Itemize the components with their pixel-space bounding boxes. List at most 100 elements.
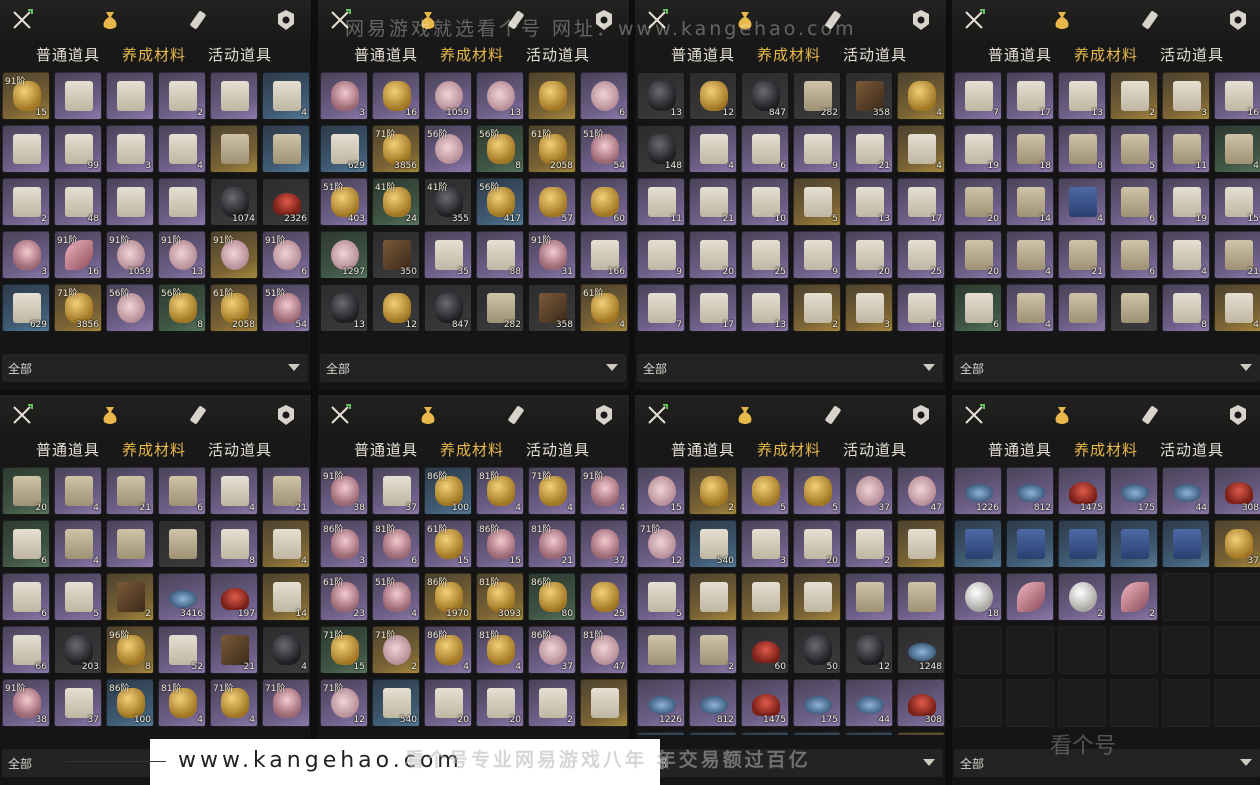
tab-2[interactable]: 活动道具 — [208, 435, 272, 465]
item-slot[interactable]: 5 — [1110, 125, 1158, 173]
scroll-icon[interactable] — [819, 401, 847, 429]
item-slot[interactable]: 25 — [741, 231, 789, 279]
item-slot[interactable]: 8 — [210, 520, 258, 568]
tab-1[interactable]: 养成材料 — [440, 40, 504, 70]
item-slot[interactable]: 47 — [897, 467, 945, 515]
item-slot[interactable]: 86阶 4 — [424, 626, 472, 674]
item-slot[interactable]: 2326 — [262, 178, 310, 226]
item-slot[interactable]: 4 — [1058, 178, 1106, 226]
tab-0[interactable]: 普通道具 — [354, 40, 418, 70]
item-slot[interactable] — [897, 520, 945, 568]
item-slot[interactable]: 148 — [637, 125, 685, 173]
item-slot[interactable]: 350 — [372, 231, 420, 279]
item-slot[interactable]: 99 — [54, 125, 102, 173]
item-slot[interactable] — [54, 72, 102, 120]
item-slot[interactable]: 91阶 4 — [580, 467, 628, 515]
tab-0[interactable]: 普通道具 — [988, 40, 1052, 70]
item-slot[interactable]: 4 — [158, 125, 206, 173]
item-slot[interactable]: 51阶 54 — [580, 125, 628, 173]
tab-2[interactable]: 活动道具 — [843, 40, 907, 70]
pouch-icon[interactable] — [96, 401, 124, 429]
tab-2[interactable]: 活动道具 — [843, 435, 907, 465]
item-slot[interactable]: 358 — [845, 72, 893, 120]
pouch-icon[interactable] — [414, 6, 442, 34]
item-slot[interactable]: 60 — [580, 178, 628, 226]
item-slot[interactable] — [954, 626, 1002, 674]
item-slot[interactable]: 13 — [1058, 72, 1106, 120]
pouch-icon[interactable] — [414, 401, 442, 429]
item-slot[interactable] — [897, 573, 945, 621]
item-slot[interactable]: 71阶 15 — [320, 626, 368, 674]
item-slot[interactable]: 71阶 4 — [528, 467, 576, 515]
item-slot[interactable]: 1297 — [320, 231, 368, 279]
scroll-icon[interactable] — [1136, 6, 1164, 34]
item-slot[interactable] — [1058, 284, 1106, 332]
item-slot[interactable]: 91阶 1059 — [106, 231, 154, 279]
item-slot[interactable] — [1162, 520, 1210, 568]
item-slot[interactable]: 15 — [637, 467, 685, 515]
tab-0[interactable]: 普通道具 — [36, 435, 100, 465]
item-slot[interactable]: 18 — [1006, 125, 1054, 173]
item-slot[interactable]: 3 — [741, 520, 789, 568]
item-slot[interactable] — [637, 626, 685, 674]
item-slot[interactable]: 56阶 8 — [158, 284, 206, 332]
item-slot[interactable]: 4 — [1214, 125, 1260, 173]
item-slot[interactable]: 1226 — [637, 679, 685, 727]
item-slot[interactable]: 20 — [689, 231, 737, 279]
tab-0[interactable]: 普通道具 — [671, 40, 735, 70]
tab-2[interactable]: 活动道具 — [208, 40, 272, 70]
item-slot[interactable]: 51阶 54 — [262, 284, 310, 332]
spear-icon[interactable] — [643, 401, 671, 429]
item-slot[interactable] — [1214, 573, 1260, 621]
item-slot[interactable]: 61阶 23 — [320, 573, 368, 621]
item-slot[interactable]: 12 — [845, 626, 893, 674]
item-slot[interactable]: 91阶 6 — [262, 231, 310, 279]
item-slot[interactable]: 847 — [424, 284, 472, 332]
item-slot[interactable]: 37 — [845, 467, 893, 515]
item-slot[interactable]: 847 — [741, 72, 789, 120]
item-slot[interactable]: 37 — [54, 679, 102, 727]
spear-icon[interactable] — [643, 6, 671, 34]
item-slot[interactable]: 13 — [637, 72, 685, 120]
filter-dropdown[interactable]: 全部 — [2, 354, 308, 382]
scroll-icon[interactable] — [1136, 401, 1164, 429]
item-slot[interactable]: 3416 — [158, 573, 206, 621]
badge-icon[interactable] — [590, 401, 618, 429]
item-slot[interactable] — [1006, 520, 1054, 568]
item-slot[interactable]: 308 — [1214, 467, 1260, 515]
item-slot[interactable]: 91阶 13 — [158, 231, 206, 279]
badge-icon[interactable] — [272, 401, 300, 429]
item-slot[interactable]: 81阶 6 — [372, 520, 420, 568]
item-slot[interactable]: 166 — [580, 231, 628, 279]
item-slot[interactable]: 4 — [262, 72, 310, 120]
item-slot[interactable]: 629 — [320, 125, 368, 173]
item-slot[interactable]: 20 — [793, 520, 841, 568]
item-slot[interactable]: 14 — [1006, 178, 1054, 226]
item-slot[interactable]: 66 — [2, 626, 50, 674]
item-slot[interactable] — [210, 125, 258, 173]
tab-1[interactable]: 养成材料 — [440, 435, 504, 465]
item-slot[interactable] — [1110, 679, 1158, 727]
item-slot[interactable]: 37 — [372, 467, 420, 515]
item-slot[interactable]: 25 — [897, 231, 945, 279]
item-slot[interactable]: 2 — [1058, 573, 1106, 621]
item-slot[interactable]: 4 — [210, 467, 258, 515]
item-slot[interactable] — [1162, 679, 1210, 727]
item-slot[interactable] — [1058, 626, 1106, 674]
item-slot[interactable]: 11 — [1162, 125, 1210, 173]
item-slot[interactable]: 4 — [1162, 231, 1210, 279]
item-slot[interactable]: 50 — [793, 626, 841, 674]
item-slot[interactable]: 51阶 4 — [372, 573, 420, 621]
item-slot[interactable] — [1058, 520, 1106, 568]
item-slot[interactable] — [1110, 520, 1158, 568]
item-slot[interactable]: 2 — [845, 520, 893, 568]
pouch-icon[interactable] — [731, 6, 759, 34]
item-slot[interactable]: 1226 — [954, 467, 1002, 515]
item-slot[interactable]: 20 — [2, 467, 50, 515]
item-slot[interactable]: 56阶 417 — [476, 178, 524, 226]
item-slot[interactable]: 17 — [689, 284, 737, 332]
scroll-icon[interactable] — [184, 6, 212, 34]
item-slot[interactable] — [741, 732, 789, 735]
item-slot[interactable] — [262, 125, 310, 173]
item-slot[interactable] — [528, 72, 576, 120]
